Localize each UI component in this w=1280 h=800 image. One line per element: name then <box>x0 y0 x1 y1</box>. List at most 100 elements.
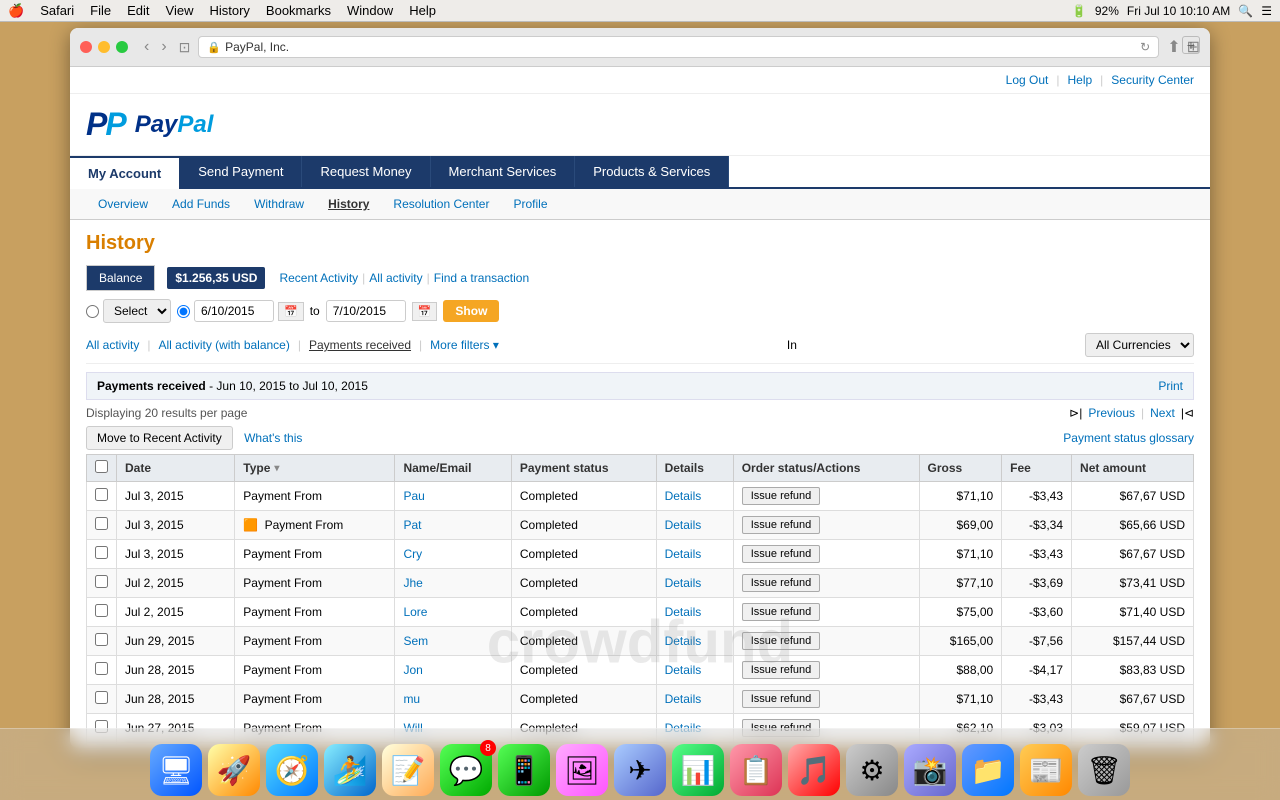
payments-received-filter[interactable]: Payments received <box>309 338 411 352</box>
dock-numbers[interactable]: 📊 <box>672 744 724 796</box>
row-details-link[interactable]: Details <box>665 547 702 561</box>
row-checkbox[interactable] <box>95 604 108 617</box>
maximize-button[interactable] <box>116 41 128 53</box>
dock-facetime[interactable]: 📱 <box>498 744 550 796</box>
dock-surfer[interactable]: 🏄 <box>324 744 376 796</box>
issue-refund-button[interactable]: Issue refund <box>742 574 821 592</box>
row-name-link[interactable]: Jhe <box>403 576 422 590</box>
forward-button[interactable]: › <box>157 38 170 56</box>
row-name-link[interactable]: Pau <box>403 489 424 503</box>
refresh-icon[interactable]: ↻ <box>1140 40 1150 54</box>
issue-refund-button[interactable]: Issue refund <box>742 603 821 621</box>
row-checkbox[interactable] <box>95 691 108 704</box>
print-link[interactable]: Print <box>1158 379 1183 393</box>
menu-window[interactable]: Window <box>347 3 393 18</box>
row-details-link[interactable]: Details <box>665 518 702 532</box>
subnav-overview[interactable]: Overview <box>86 193 160 215</box>
select-all-checkbox[interactable] <box>95 460 108 473</box>
select-radio[interactable] <box>86 305 99 318</box>
row-name-link[interactable]: Sem <box>403 634 428 648</box>
subnav-add-funds[interactable]: Add Funds <box>160 193 242 215</box>
row-name-link[interactable]: Cry <box>403 547 422 561</box>
find-transaction-link[interactable]: Find a transaction <box>434 271 529 285</box>
row-details-link[interactable]: Details <box>665 692 702 706</box>
previous-link[interactable]: Previous <box>1088 406 1135 420</box>
menu-history[interactable]: History <box>209 3 249 18</box>
tab-products-services[interactable]: Products & Services <box>575 156 729 187</box>
tab-merchant-services[interactable]: Merchant Services <box>431 156 576 187</box>
show-button[interactable]: Show <box>443 300 499 322</box>
row-checkbox[interactable] <box>95 633 108 646</box>
share-button[interactable]: ⬆ <box>1167 37 1180 57</box>
dock-screen[interactable]: 📸 <box>904 744 956 796</box>
issue-refund-button[interactable]: Issue refund <box>742 661 821 679</box>
date-from-input[interactable] <box>194 300 274 322</box>
subnav-withdraw[interactable]: Withdraw <box>242 193 316 215</box>
issue-refund-button[interactable]: Issue refund <box>742 690 821 708</box>
tab-view-button[interactable]: ⊡ <box>179 39 191 56</box>
all-activity-link[interactable]: All activity <box>369 271 422 285</box>
issue-refund-button[interactable]: Issue refund <box>742 516 821 534</box>
logout-link[interactable]: Log Out <box>1006 73 1049 87</box>
row-checkbox[interactable] <box>95 575 108 588</box>
row-checkbox[interactable] <box>95 517 108 530</box>
status-glossary-link[interactable]: Payment status glossary <box>1063 431 1194 445</box>
dock-finder[interactable]: 🖥 <box>150 744 202 796</box>
list-icon[interactable]: ☰ <box>1261 4 1272 18</box>
tab-request-money[interactable]: Request Money <box>302 156 430 187</box>
minimize-button[interactable] <box>98 41 110 53</box>
issue-refund-button[interactable]: Issue refund <box>742 632 821 650</box>
calendar-to-button[interactable]: 📅 <box>412 302 438 321</box>
dock-newsstand[interactable]: 📰 <box>1020 744 1072 796</box>
subnav-history[interactable]: History <box>316 193 381 215</box>
menu-edit[interactable]: Edit <box>127 3 149 18</box>
calendar-from-button[interactable]: 📅 <box>278 302 304 321</box>
row-name-link[interactable]: Pat <box>403 518 421 532</box>
dock-keynote[interactable]: ✈ <box>614 744 666 796</box>
close-button[interactable] <box>80 41 92 53</box>
next-link[interactable]: Next <box>1150 406 1175 420</box>
whats-this-link[interactable]: What's this <box>244 431 302 445</box>
row-name-link[interactable]: Lore <box>403 605 427 619</box>
help-link[interactable]: Help <box>1067 73 1092 87</box>
row-details-link[interactable]: Details <box>665 605 702 619</box>
sort-icon[interactable]: ▾ <box>274 463 279 474</box>
dock-notes[interactable]: 📝 <box>382 744 434 796</box>
dock-launchpad[interactable]: 🚀 <box>208 744 260 796</box>
tab-send-payment[interactable]: Send Payment <box>180 156 302 187</box>
all-activity-filter[interactable]: All activity <box>86 338 139 352</box>
row-name-link[interactable]: mu <box>403 692 420 706</box>
recent-activity-link[interactable]: Recent Activity <box>279 271 358 285</box>
dock-safari[interactable]: 🧭 <box>266 744 318 796</box>
menu-file[interactable]: File <box>90 3 111 18</box>
row-checkbox[interactable] <box>95 662 108 675</box>
date-to-input[interactable] <box>326 300 406 322</box>
subnav-resolution-center[interactable]: Resolution Center <box>381 193 501 215</box>
new-tab-button[interactable]: + <box>1182 36 1200 54</box>
security-center-link[interactable]: Security Center <box>1111 73 1194 87</box>
dock-trash[interactable]: 🗑 <box>1078 744 1130 796</box>
apple-menu[interactable]: 🍎 <box>8 3 24 19</box>
row-details-link[interactable]: Details <box>665 576 702 590</box>
menu-help[interactable]: Help <box>409 3 436 18</box>
menu-safari[interactable]: Safari <box>40 3 74 18</box>
dock-music[interactable]: 🎵 <box>788 744 840 796</box>
balance-tab[interactable]: Balance <box>87 266 154 290</box>
dock-settings[interactable]: ⚙ <box>846 744 898 796</box>
date-range-radio[interactable] <box>177 305 190 318</box>
row-details-link[interactable]: Details <box>665 663 702 677</box>
menu-bookmarks[interactable]: Bookmarks <box>266 3 331 18</box>
address-bar[interactable]: 🔒 PayPal, Inc. ↻ <box>198 36 1159 58</box>
row-checkbox[interactable] <box>95 488 108 501</box>
dock-photos[interactable]: 🖼 <box>556 744 608 796</box>
issue-refund-button[interactable]: Issue refund <box>742 487 821 505</box>
dock-messages[interactable]: 💬 8 <box>440 744 492 796</box>
row-name-link[interactable]: Jon <box>403 663 422 677</box>
row-details-link[interactable]: Details <box>665 634 702 648</box>
subnav-profile[interactable]: Profile <box>501 193 559 215</box>
move-to-recent-button[interactable]: Move to Recent Activity <box>86 426 233 450</box>
dock-pages[interactable]: 📋 <box>730 744 782 796</box>
filter-select[interactable]: Select <box>103 299 171 323</box>
row-details-link[interactable]: Details <box>665 489 702 503</box>
dock-files[interactable]: 📁 <box>962 744 1014 796</box>
